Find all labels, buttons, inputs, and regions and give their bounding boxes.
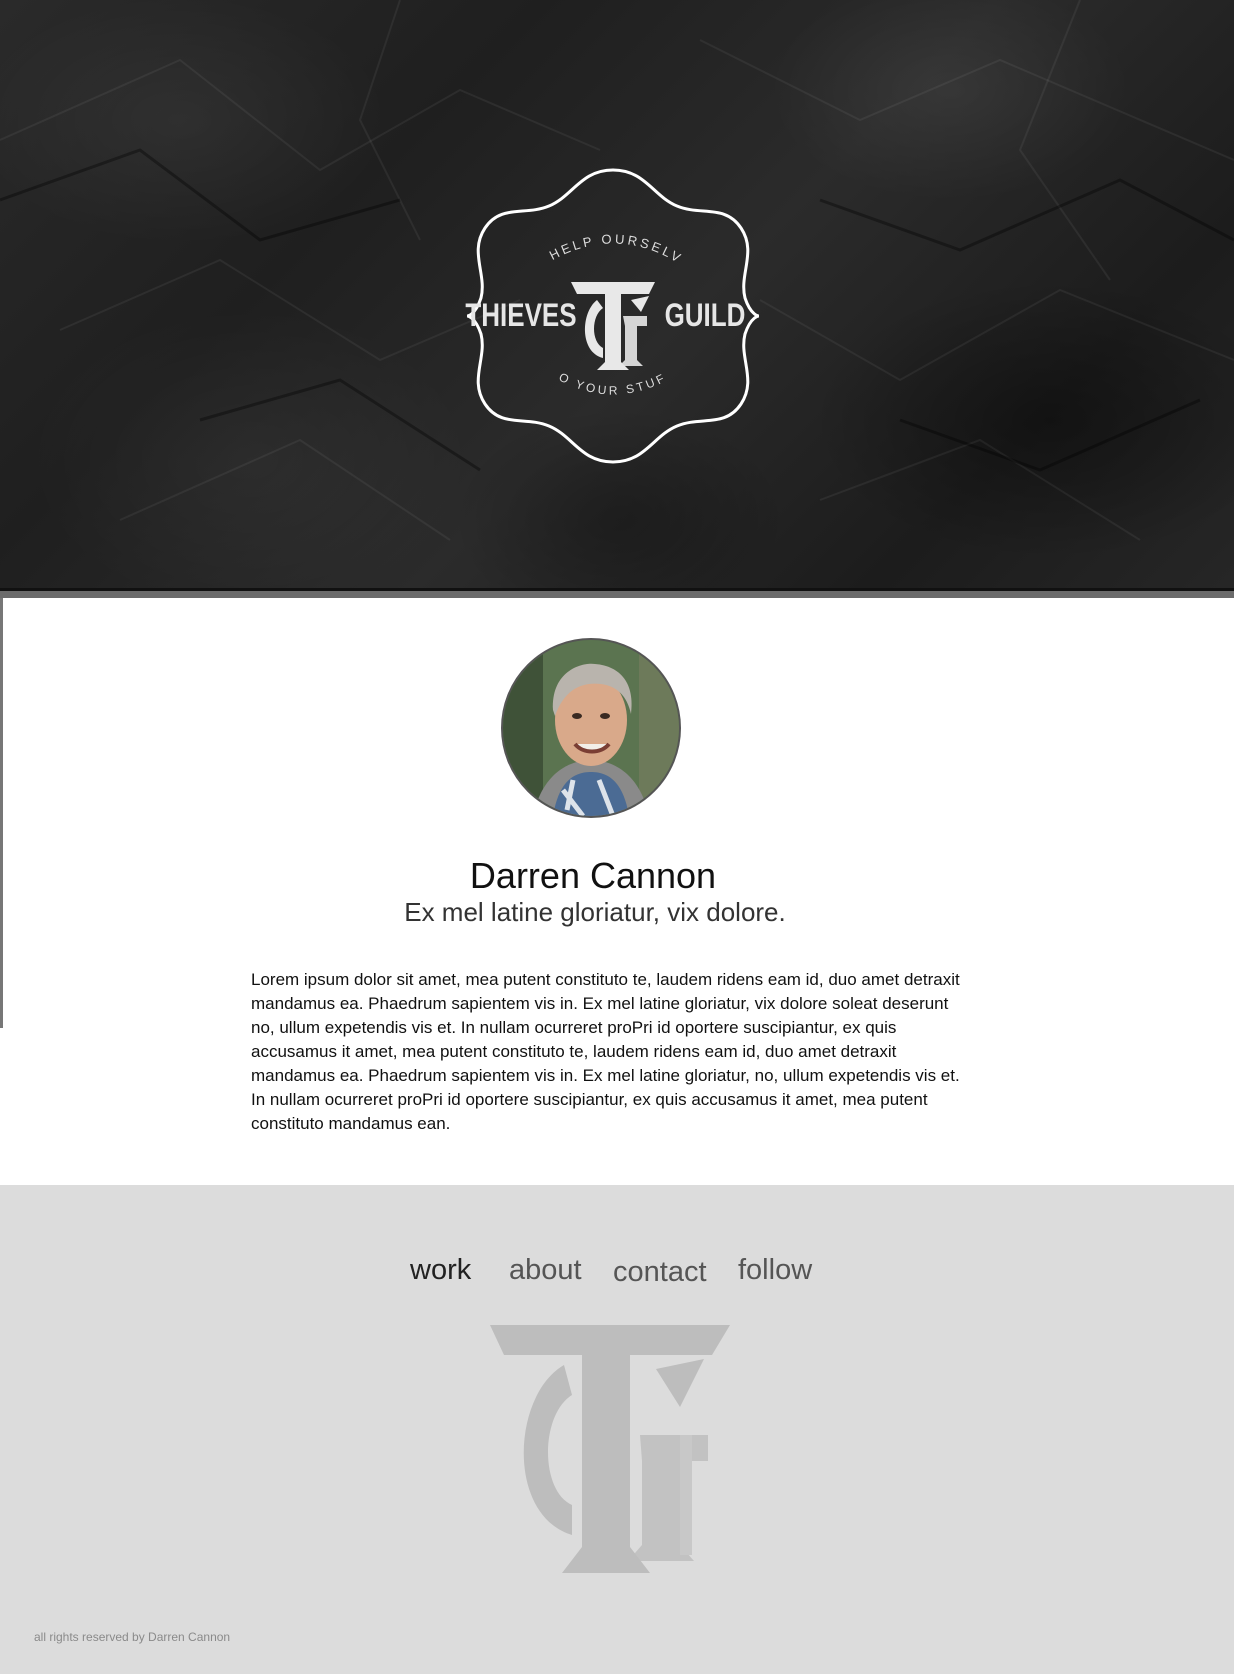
hero-divider [0, 588, 1234, 598]
copyright-text: all rights reserved by Darren Cannon [34, 1630, 231, 1644]
nav-contact-link[interactable]: contact [613, 1253, 707, 1291]
badge-left-word: THIEVES [465, 297, 576, 333]
profile-avatar [501, 638, 681, 818]
badge-right-word: GUILD [665, 297, 746, 333]
footer-nav: work about contact follow [0, 1251, 1234, 1291]
profile-bio: Lorem ipsum dolor sit amet, mea putent c… [251, 970, 960, 1133]
nav-work-link[interactable]: work [410, 1251, 471, 1289]
tg-monogram [571, 282, 655, 370]
footer: work about contact follow all rights res… [0, 1185, 1234, 1674]
footer-monogram-mark [480, 1325, 740, 1590]
profile-name: Darren Cannon [469, 855, 717, 896]
thieves-guild-logo: TO HELP OURSELVES TO YOUR STUFF THIEVES … [463, 166, 763, 466]
nav-about-link[interactable]: about [509, 1251, 582, 1289]
left-rule [0, 598, 3, 1028]
hero-banner: TO HELP OURSELVES TO YOUR STUFF THIEVES … [0, 0, 1234, 588]
nav-follow-link[interactable]: follow [738, 1251, 812, 1289]
profile-tagline: Ex mel latine gloriatur, vix dolore. [404, 897, 786, 927]
